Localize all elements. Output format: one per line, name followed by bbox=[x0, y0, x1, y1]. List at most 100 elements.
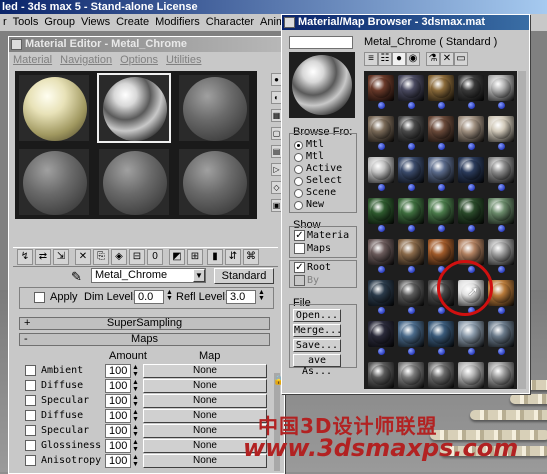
pick-material-eyedropper-icon[interactable]: ✎ bbox=[71, 269, 82, 285]
material-thumbnail[interactable] bbox=[398, 198, 424, 224]
main-menu-item-create[interactable]: Create bbox=[113, 14, 152, 31]
map-enable-checkbox[interactable] bbox=[25, 440, 36, 451]
material-thumbnail[interactable] bbox=[398, 75, 424, 101]
browser-title-bar[interactable]: Material/Map Browser - 3dsmax.mat bbox=[282, 15, 529, 30]
browse-radio-new[interactable] bbox=[294, 201, 303, 210]
delete-from-library-icon[interactable]: ✕ bbox=[440, 52, 454, 66]
browser-search-input[interactable] bbox=[289, 36, 353, 49]
reset-map-icon[interactable]: ✕ bbox=[75, 249, 91, 265]
chevron-down-icon[interactable]: ▼ bbox=[193, 269, 205, 282]
menu-utilities[interactable]: Utilities bbox=[162, 52, 205, 68]
material-thumbnail[interactable] bbox=[368, 116, 394, 142]
material-thumbnail[interactable] bbox=[488, 239, 514, 265]
material-thumbnail[interactable] bbox=[368, 239, 394, 265]
material-thumbnail[interactable] bbox=[458, 198, 484, 224]
clear-library-icon[interactable]: ▭ bbox=[454, 52, 468, 66]
material-thumbnail[interactable] bbox=[368, 75, 394, 101]
view-small-icons-icon[interactable]: ● bbox=[392, 52, 406, 66]
material-map-navigator-icon[interactable]: ⌘ bbox=[243, 249, 259, 265]
material-thumbnail[interactable] bbox=[398, 239, 424, 265]
material-thumbnail[interactable] bbox=[398, 116, 424, 142]
amount-spinner[interactable]: ▲ ▼ bbox=[132, 394, 140, 408]
material-thumbnail[interactable] bbox=[428, 116, 454, 142]
menu-material[interactable]: Material bbox=[9, 52, 56, 68]
material-thumbnail[interactable] bbox=[428, 239, 454, 265]
material-thumbnail[interactable] bbox=[458, 116, 484, 142]
apply-checkbox[interactable] bbox=[34, 292, 45, 303]
go-to-parent-icon[interactable]: ▮ bbox=[207, 249, 223, 265]
sample-slot[interactable] bbox=[177, 147, 251, 217]
main-menu-item-views[interactable]: Views bbox=[78, 14, 113, 31]
material-thumbnail[interactable] bbox=[428, 157, 454, 183]
map-enable-checkbox[interactable] bbox=[25, 365, 36, 376]
go-forward-to-sibling-icon[interactable]: ⇵ bbox=[225, 249, 241, 265]
refl-level-field[interactable]: 3.0 bbox=[226, 290, 256, 304]
by-object-checkbox[interactable] bbox=[294, 275, 305, 286]
map-enable-checkbox[interactable] bbox=[25, 455, 36, 466]
open-button[interactable]: Open... bbox=[293, 309, 341, 322]
show-maps-checkbox[interactable] bbox=[294, 243, 305, 254]
material-thumbnail[interactable] bbox=[458, 362, 484, 388]
material-thumbnail[interactable] bbox=[488, 157, 514, 183]
material-thumbnail[interactable] bbox=[368, 198, 394, 224]
map-enable-checkbox[interactable] bbox=[25, 425, 36, 436]
material-thumbnail[interactable] bbox=[398, 362, 424, 388]
map-amount-field[interactable]: 100 bbox=[105, 364, 131, 378]
root-only-checkbox[interactable]: ✓ bbox=[294, 262, 305, 273]
material-editor-title-bar[interactable]: Material Editor - Metal_Chrome bbox=[9, 37, 284, 52]
sample-slot[interactable] bbox=[17, 73, 91, 143]
map-amount-field[interactable]: 100 bbox=[105, 424, 131, 438]
material-effects-channel-icon[interactable]: 0 bbox=[147, 249, 163, 265]
view-large-icons-icon[interactable]: ◉ bbox=[406, 52, 420, 66]
map-enable-checkbox[interactable] bbox=[25, 395, 36, 406]
amount-spinner[interactable]: ▲ ▼ bbox=[132, 454, 140, 468]
view-list-icons-icon[interactable]: ☷ bbox=[378, 52, 392, 66]
map-slot-button[interactable]: None bbox=[143, 409, 267, 423]
sample-slot-selected[interactable] bbox=[97, 73, 171, 143]
material-thumbnail[interactable] bbox=[368, 280, 394, 306]
put-to-library-icon[interactable]: ⊟ bbox=[129, 249, 145, 265]
material-thumbnail[interactable] bbox=[488, 116, 514, 142]
map-slot-button[interactable]: None bbox=[143, 364, 267, 378]
browse-radio-mtl-library[interactable] bbox=[294, 141, 303, 150]
dim-level-field[interactable]: 0.0 bbox=[134, 290, 164, 304]
show-end-result-icon[interactable]: ⊞ bbox=[187, 249, 203, 265]
save-button[interactable]: Save... bbox=[293, 339, 341, 352]
material-thumbnail[interactable] bbox=[368, 362, 394, 388]
material-thumbnail[interactable] bbox=[368, 321, 394, 347]
map-amount-field[interactable]: 100 bbox=[105, 439, 131, 453]
map-slot-button[interactable]: None bbox=[143, 394, 267, 408]
material-thumbnail[interactable] bbox=[458, 75, 484, 101]
map-slot-button[interactable]: None bbox=[143, 379, 267, 393]
merge-button[interactable]: Merge... bbox=[293, 324, 342, 337]
get-material-icon[interactable]: ↯ bbox=[17, 249, 33, 265]
make-copy-icon[interactable]: ⎘ bbox=[93, 249, 109, 265]
material-thumbnail[interactable] bbox=[488, 321, 514, 347]
browse-radio-selected[interactable] bbox=[294, 177, 303, 186]
menu-navigation[interactable]: Navigation bbox=[56, 52, 116, 68]
material-thumbnail[interactable] bbox=[488, 75, 514, 101]
amount-spinner[interactable]: ▲ ▼ bbox=[132, 439, 140, 453]
material-thumbnail[interactable] bbox=[428, 362, 454, 388]
main-menu-item-group[interactable]: Group bbox=[41, 14, 78, 31]
material-thumbnail[interactable] bbox=[458, 321, 484, 347]
save-as-button[interactable]: ave As... bbox=[293, 354, 341, 377]
material-thumbnail[interactable] bbox=[368, 157, 394, 183]
amount-spinner[interactable]: ▲ ▼ bbox=[132, 364, 140, 378]
update-scene-materials-icon[interactable]: ⚗ bbox=[426, 52, 440, 66]
refl-level-spinner[interactable]: ▲ ▼ bbox=[258, 289, 265, 302]
dim-level-spinner[interactable]: ▲ ▼ bbox=[166, 289, 173, 302]
material-thumbnail[interactable] bbox=[398, 157, 424, 183]
browse-radio-active-slot[interactable] bbox=[294, 165, 303, 174]
amount-spinner[interactable]: ▲ ▼ bbox=[132, 379, 140, 393]
map-amount-field[interactable]: 100 bbox=[105, 394, 131, 408]
material-thumbnail[interactable] bbox=[458, 157, 484, 183]
material-thumbnail[interactable] bbox=[428, 75, 454, 101]
map-enable-checkbox[interactable] bbox=[25, 410, 36, 421]
view-list-icon[interactable]: ≡ bbox=[364, 52, 378, 66]
browse-radio-mtl-editor[interactable] bbox=[294, 153, 303, 162]
main-menu-item-file[interactable]: r bbox=[0, 14, 10, 31]
grid-scrollbar[interactable] bbox=[518, 71, 526, 389]
browse-radio-scene[interactable] bbox=[294, 189, 303, 198]
material-thumbnail[interactable] bbox=[488, 198, 514, 224]
